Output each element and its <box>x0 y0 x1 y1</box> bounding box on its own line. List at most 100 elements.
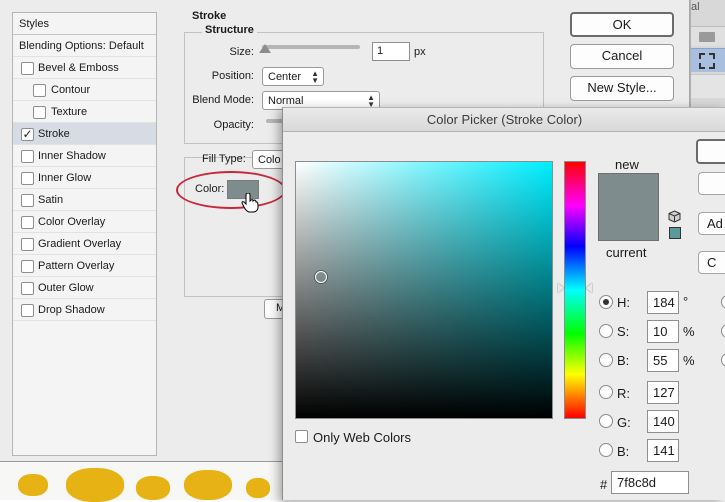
hue-label: H: <box>617 295 630 310</box>
brightness-radio[interactable] <box>599 353 613 367</box>
only-web-colors-label: Only Web Colors <box>313 430 412 445</box>
blue-radio[interactable] <box>599 443 613 457</box>
cancel-button[interactable] <box>698 172 725 195</box>
style-checkbox[interactable] <box>21 282 34 295</box>
style-checkbox[interactable] <box>21 260 34 273</box>
ok-button[interactable] <box>696 139 725 164</box>
style-checkbox[interactable]: ✓ <box>21 128 34 141</box>
style-item[interactable]: Bevel & Emboss <box>13 57 156 79</box>
style-item[interactable]: Color Overlay <box>13 211 156 233</box>
fill-type-select[interactable]: Colo <box>252 150 286 169</box>
hue-slider-handle[interactable] <box>558 283 564 293</box>
style-item[interactable]: ✓ Stroke <box>13 123 156 145</box>
saturation-input[interactable]: 10 <box>647 320 679 343</box>
hue-radio[interactable] <box>599 295 613 309</box>
yellow-shape <box>246 478 270 498</box>
style-checkbox[interactable] <box>21 238 34 251</box>
lab-radio[interactable] <box>721 324 725 338</box>
red-label: R: <box>617 386 630 401</box>
color-picker-title: Color Picker (Stroke Color) <box>283 108 725 132</box>
opacity-label: Opacity: <box>213 119 254 131</box>
style-item[interactable]: Drop Shadow <box>13 299 156 321</box>
brightness-label: B: <box>617 353 630 368</box>
structure-title: Structure <box>202 24 257 36</box>
select-arrows-icon: ▲ ▼ <box>311 69 319 85</box>
style-item[interactable]: Satin <box>13 189 156 211</box>
blending-options-item[interactable]: Blending Options: Default <box>13 35 156 57</box>
brightness-input[interactable]: 55 <box>647 349 679 372</box>
style-item-label: Contour <box>51 84 91 96</box>
blend-mode-value: Normal <box>268 95 304 107</box>
style-item-label: Gradient Overlay <box>38 238 122 250</box>
style-item-label: Color Overlay <box>38 216 106 228</box>
panel-row <box>691 48 725 72</box>
hex-input[interactable]: 7f8c8d <box>611 471 689 494</box>
style-checkbox[interactable] <box>33 84 46 97</box>
hand-cursor-icon <box>241 193 259 213</box>
blue-label: B: <box>617 444 630 459</box>
add-to-swatches-button[interactable]: Ad <box>698 212 725 235</box>
style-item[interactable]: Inner Glow <box>13 167 156 189</box>
red-radio[interactable] <box>599 385 613 399</box>
ok-button[interactable]: OK <box>570 12 674 37</box>
size-input[interactable]: 1 <box>372 42 410 61</box>
new-label: new <box>615 157 639 172</box>
cube-warning-icon[interactable] <box>668 210 681 223</box>
stroke-title: Stroke <box>192 10 227 22</box>
current-color-swatch[interactable] <box>599 207 658 240</box>
size-unit: px <box>414 46 426 58</box>
style-item-label: Bevel & Emboss <box>38 62 119 74</box>
web-safe-color-swatch[interactable] <box>669 227 681 239</box>
field-selector-circle[interactable] <box>315 271 327 283</box>
saturation-unit: % <box>683 324 695 339</box>
blue-input[interactable]: 141 <box>647 439 679 462</box>
styles-header[interactable]: Styles <box>13 13 156 35</box>
yellow-shape <box>136 476 170 500</box>
select-arrows-icon: ▲ ▼ <box>367 93 375 109</box>
position-select[interactable]: Center ▲ ▼ <box>262 67 324 86</box>
size-slider-thumb[interactable] <box>259 44 271 53</box>
hex-label: # <box>600 477 608 492</box>
red-input[interactable]: 127 <box>647 381 679 404</box>
style-item[interactable]: Inner Shadow <box>13 145 156 167</box>
green-input[interactable]: 140 <box>647 410 679 433</box>
color-libraries-button[interactable]: C <box>698 251 725 274</box>
style-item-label: Inner Glow <box>38 172 92 184</box>
only-web-colors-checkbox[interactable] <box>295 430 308 443</box>
style-item[interactable]: Texture <box>13 101 156 123</box>
hue-input[interactable]: 184 <box>647 291 679 314</box>
panel-row <box>691 74 725 98</box>
style-item[interactable]: Contour <box>13 79 156 101</box>
saturation-radio[interactable] <box>599 324 613 338</box>
yellow-shape <box>66 468 124 502</box>
transform-icon <box>699 53 715 69</box>
panel-row <box>691 26 725 46</box>
position-value: Center <box>268 71 302 83</box>
brightness-unit: % <box>683 353 695 368</box>
size-slider[interactable] <box>262 45 360 49</box>
style-item[interactable]: Gradient Overlay <box>13 233 156 255</box>
size-label: Size: <box>229 46 254 58</box>
style-checkbox[interactable] <box>21 304 34 317</box>
hue-slider-handle[interactable] <box>586 283 592 293</box>
hue-slider[interactable] <box>564 161 586 419</box>
style-checkbox[interactable] <box>21 150 34 163</box>
style-checkbox[interactable] <box>21 216 34 229</box>
style-checkbox[interactable] <box>21 62 34 75</box>
saturation-brightness-field[interactable] <box>295 161 553 419</box>
style-item-label: Outer Glow <box>38 282 94 294</box>
hue-unit: ° <box>683 294 689 309</box>
cancel-button[interactable]: Cancel <box>570 44 674 69</box>
style-checkbox[interactable] <box>33 106 46 119</box>
new-style-button[interactable]: New Style... <box>570 76 674 101</box>
green-radio[interactable] <box>599 414 613 428</box>
lab-radio[interactable] <box>721 353 725 367</box>
style-item-label: Drop Shadow <box>38 304 105 316</box>
fill-type-label: Fill Type: <box>202 153 246 165</box>
style-checkbox[interactable] <box>21 172 34 185</box>
new-color-swatch <box>599 174 658 207</box>
style-checkbox[interactable] <box>21 194 34 207</box>
lab-radio[interactable] <box>721 295 725 309</box>
style-item[interactable]: Outer Glow <box>13 277 156 299</box>
style-item[interactable]: Pattern Overlay <box>13 255 156 277</box>
